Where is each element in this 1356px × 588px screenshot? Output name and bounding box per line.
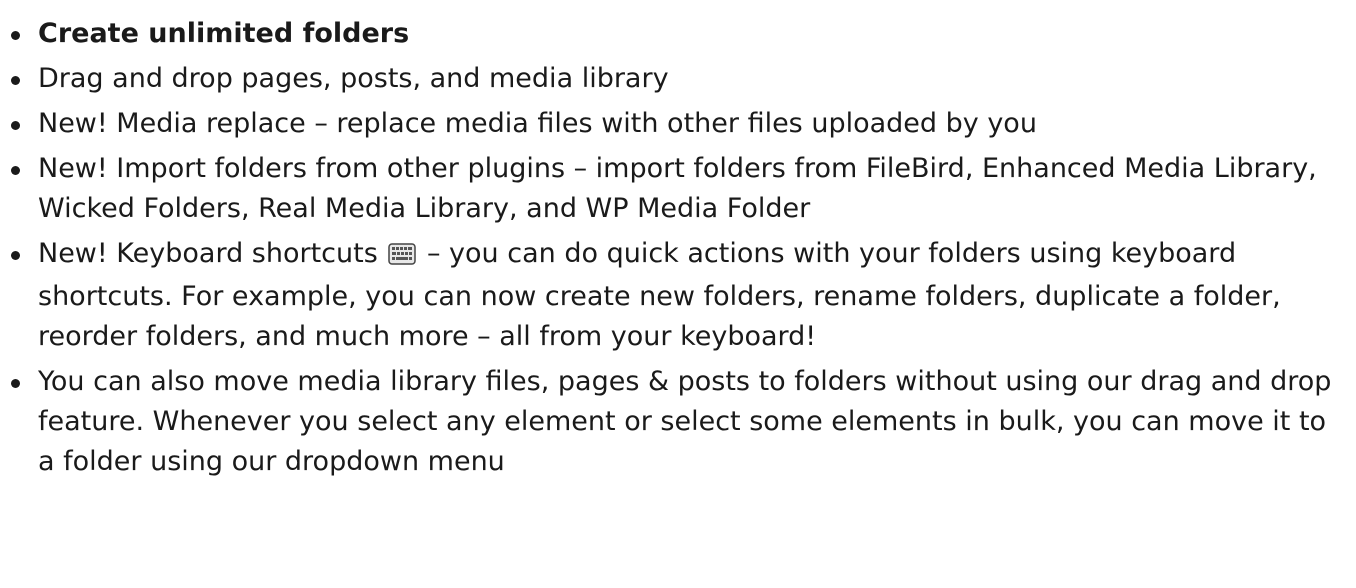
list-item: Create unlimited folders — [0, 14, 1356, 54]
feature-create-folders: Create unlimited folders — [38, 18, 410, 49]
feature-move-without-drag: You can also move media library files, p… — [38, 366, 1332, 477]
list-item: Drag and drop pages, posts, and media li… — [0, 59, 1356, 99]
keyboard-icon — [388, 237, 417, 277]
feature-media-replace: New! Media replace – replace media files… — [38, 108, 1037, 139]
list-item: New! Import folders from other plugins –… — [0, 149, 1356, 229]
list-item: New! Keyboard shortcuts – you can do qui… — [0, 234, 1356, 357]
feature-keyboard-shortcuts-start: New! Keyboard shortcuts — [38, 238, 387, 269]
feature-list: Create unlimited folders Drag and drop p… — [0, 14, 1356, 482]
feature-drag-drop: Drag and drop pages, posts, and media li… — [38, 63, 669, 94]
feature-list-page: Create unlimited folders Drag and drop p… — [0, 0, 1356, 588]
list-item: New! Media replace – replace media files… — [0, 104, 1356, 144]
feature-import-folders: New! Import folders from other plugins –… — [38, 153, 1317, 224]
list-item: You can also move media library files, p… — [0, 362, 1356, 482]
